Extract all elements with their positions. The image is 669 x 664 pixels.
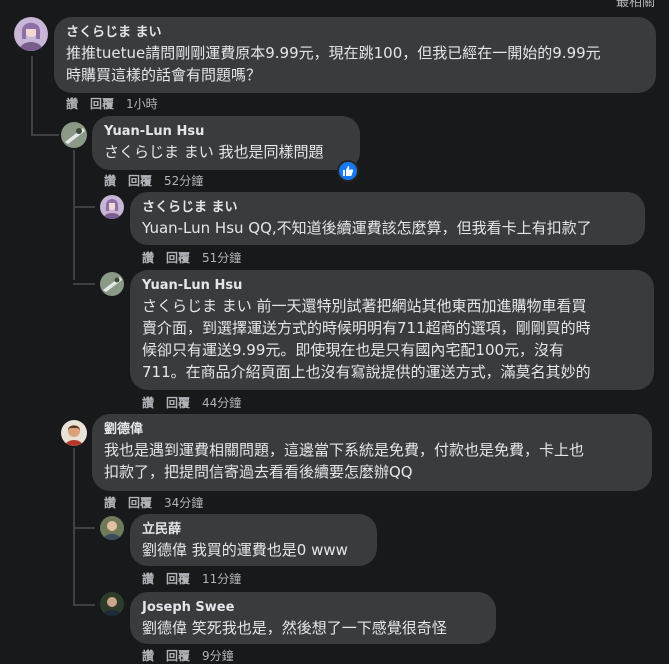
like-button[interactable]: 讚 [66,97,78,111]
profile-picture-icon [61,420,87,446]
profile-picture-icon [100,195,124,219]
profile-picture-icon [100,516,124,540]
avatar[interactable] [61,420,87,446]
timestamp[interactable]: 52分鐘 [164,174,203,188]
comment-actions: 讚回覆 44分鐘 [142,394,253,411]
profile-picture-icon [100,272,124,296]
comment-text-line: 劉德偉 笑死我也是，然後想了一下感覺很奇怪 [142,619,447,637]
comment-actions: 讚回覆 11分鐘 [142,570,253,587]
like-button[interactable]: 讚 [142,396,154,410]
comment-text-line: Yuan-Lun Hsu QQ,不知道後續運費該怎麼算，但我看卡上有扣款了 [142,219,592,237]
like-reaction-icon[interactable] [337,160,359,182]
comment-text-line: 時購買這樣的話會有問題嗎？ [66,66,262,84]
comment-text-line: さくらじま まい 我也是同樣問題 [104,143,324,161]
comment-text-line: 711。在商品介紹頁面上也沒有寫說提供的運送方式，滿莫名其妙的 [142,363,591,381]
reply-button[interactable]: 回覆 [128,174,152,188]
comment-actions: 讚回覆 52分鐘 [104,172,215,189]
like-button[interactable]: 讚 [104,496,116,510]
thread-line-1 [31,56,33,136]
comment-text-line: 推推tuetue請問剛剛運費原本9.99元，現在跳100，但我已經在一開始的9.… [66,44,601,62]
avatar[interactable] [100,592,124,616]
comment-author[interactable]: 立民薛 [142,521,365,539]
comment-bubble: さくらじま まい 推推tuetue請問剛剛運費原本9.99元，現在跳100，但我… [54,17,656,93]
reply-button[interactable]: 回覆 [128,496,152,510]
thread-line-2 [73,150,75,280]
comment-author[interactable]: さくらじま まい [142,199,633,217]
avatar[interactable] [100,195,124,219]
comment-bubble: Yuan-Lun Hsu さくらじま まい 我也是同樣問題 [92,116,360,170]
like-button[interactable]: 讚 [142,572,154,586]
comment-author[interactable]: Yuan-Lun Hsu [104,123,348,141]
comment-actions: 讚回覆 34分鐘 [104,494,215,511]
timestamp[interactable]: 11分鐘 [202,572,241,586]
profile-picture-icon [14,17,48,51]
comment-actions: 讚回覆 51分鐘 [142,249,253,266]
comment-text-line: 我也是遇到運費相關問題，這邊當下系統是免費，付款也是免費，卡上也 [104,441,585,459]
comment-bubble: Joseph Swee 劉德偉 笑死我也是，然後想了一下感覺很奇怪 [130,592,496,644]
thread-line-2b [73,283,95,285]
avatar[interactable] [100,272,124,296]
avatar[interactable] [61,122,87,148]
reply-button[interactable]: 回覆 [166,572,190,586]
timestamp[interactable]: 9分鐘 [202,649,234,663]
avatar[interactable] [14,17,48,51]
timestamp[interactable]: 44分鐘 [202,396,241,410]
comment-bubble: 立民薛 劉德偉 我買的運費也是0 www [130,514,377,566]
like-button[interactable]: 讚 [142,649,154,663]
like-button[interactable]: 讚 [142,251,154,265]
comment-actions: 讚回覆 9分鐘 [142,647,246,664]
thread-line-3 [73,448,75,604]
comment-text-line: 賣介面，到選擇運送方式的時候明明有711超商的選項，剛剛買的時 [142,319,591,337]
comment-author[interactable]: Yuan-Lun Hsu [142,277,642,295]
comment-author[interactable]: さくらじま まい [66,24,644,42]
timestamp[interactable]: 51分鐘 [202,251,241,265]
reply-button[interactable]: 回覆 [166,251,190,265]
comment-text-line: 扣款了，把提問信寄過去看看後續要怎麼辦QQ [104,463,413,481]
thread-line-2a [73,206,95,208]
profile-picture-icon [100,592,124,616]
reply-button[interactable]: 回覆 [166,396,190,410]
timestamp[interactable]: 34分鐘 [164,496,203,510]
comment-author[interactable]: Joseph Swee [142,599,484,617]
like-button[interactable]: 讚 [104,174,116,188]
reply-button[interactable]: 回覆 [166,649,190,663]
thread-line-3b [73,604,95,606]
comment-text-line: 劉德偉 我買的運費也是0 www [142,541,348,559]
thread-line-1-curve [31,134,59,136]
comment-actions: 讚回覆 1小時 [66,95,170,112]
comment-author[interactable]: 劉德偉 [104,421,640,439]
reply-button[interactable]: 回覆 [90,97,114,111]
comment-bubble: さくらじま まい Yuan-Lun Hsu QQ,不知道後續運費該怎麼算，但我看… [130,192,645,245]
profile-picture-icon [61,122,87,148]
comment-bubble: 劉德偉 我也是遇到運費相關問題，這邊當下系統是免費，付款也是免費，卡上也 扣款了… [92,414,652,491]
avatar[interactable] [100,516,124,540]
thumbs-up-icon [343,166,354,176]
comment-text-line: 候卻只有運送9.99元。即使現在也是只有國內宅配100元，沒有 [142,341,565,359]
comment-text-line: さくらじま まい 前一天還特別試著把網站其他東西加進購物車看買 [142,297,587,315]
thread-line-3a [73,527,95,529]
comment-bubble: Yuan-Lun Hsu さくらじま まい 前一天還特別試著把網站其他東西加進購… [130,270,654,390]
sort-label[interactable]: 最相關 [616,0,655,10]
timestamp[interactable]: 1小時 [126,97,158,111]
